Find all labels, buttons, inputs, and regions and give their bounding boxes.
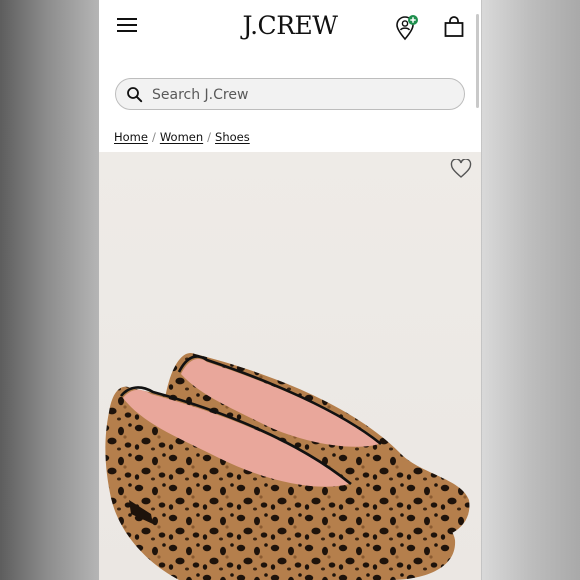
- breadcrumb-home[interactable]: Home: [114, 130, 148, 144]
- breadcrumb: Home / Women / Shoes: [114, 130, 250, 144]
- scrollbar[interactable]: [476, 14, 479, 108]
- shopping-bag-icon[interactable]: [443, 16, 465, 38]
- search-bar[interactable]: [115, 78, 465, 110]
- heart-outline-icon[interactable]: [450, 159, 472, 179]
- breadcrumb-separator: /: [151, 130, 156, 144]
- breadcrumb-separator: /: [207, 130, 212, 144]
- breadcrumb-shoes[interactable]: Shoes: [215, 130, 250, 144]
- breadcrumb-women[interactable]: Women: [160, 130, 203, 144]
- search-icon: [127, 87, 143, 103]
- product-image-leopard-flats[interactable]: [99, 152, 481, 580]
- phone-screen: J.CREW Home/Women/Shoes: [99, 0, 481, 580]
- site-logo[interactable]: J.CREW: [99, 11, 481, 40]
- site-header: J.CREW: [99, 0, 481, 56]
- search-input[interactable]: [150, 83, 454, 107]
- photo-background-right: [482, 0, 580, 580]
- account-location-icon[interactable]: [394, 14, 420, 42]
